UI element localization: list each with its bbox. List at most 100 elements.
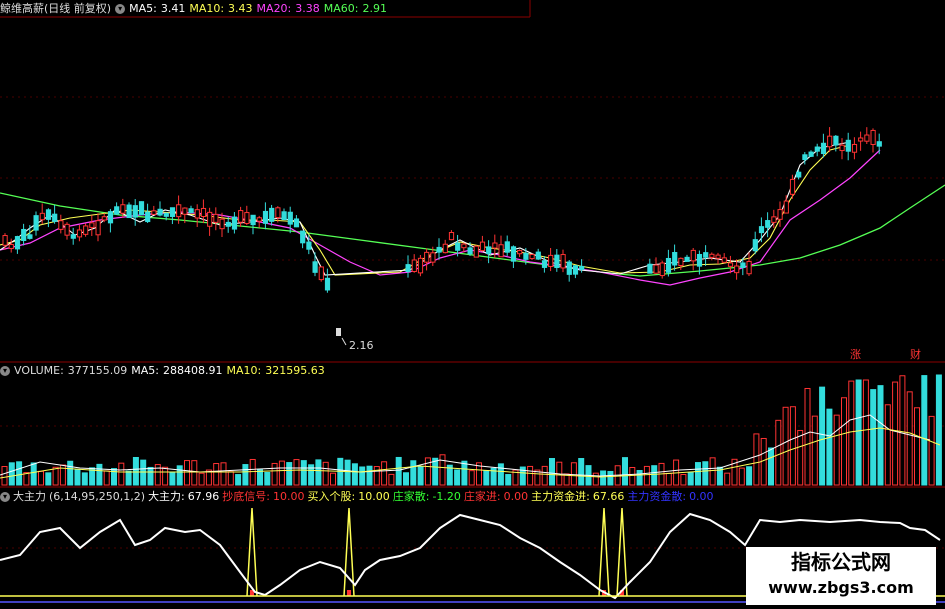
volume-bar [811,415,818,486]
candle-body [14,236,21,250]
volume-bar [819,386,826,486]
volume-bar [497,463,504,486]
candle-body [455,242,461,251]
volume-bar [600,470,607,486]
candle-body [114,206,120,215]
candle-body [89,222,95,228]
candle-body [145,211,151,223]
ind-item-3-value: -1.20 [432,490,461,503]
volume-bar [366,465,373,486]
candle-body [752,239,758,252]
low-price-label: 2.16 [349,339,374,352]
volume-bar [198,472,205,486]
candle-body [796,171,802,178]
candle-body [448,232,455,241]
volume-bar [841,397,847,486]
volume-bar [395,456,402,486]
candle-body [715,254,721,259]
candle-body [281,211,287,221]
volume-settings-circle-icon[interactable]: ▾ [0,366,10,376]
volume-bar [424,457,431,486]
candle-body [324,277,331,291]
candle-body [430,252,436,263]
watermark-badge: 指标公式网 www.zbgs3.com [746,547,936,605]
volume-bar [373,466,380,486]
candle-body [765,220,771,228]
candle-body [479,241,486,252]
volume-bar [315,459,322,486]
volume-bar [388,473,395,486]
volume-bar [738,467,745,486]
volume-bar [300,460,307,486]
stock-title: 鲸维高薪(日线 前复权) [0,2,112,15]
volume-bar [81,472,88,486]
volume-bar [410,460,417,486]
candle-body [827,135,833,148]
volume-bar [147,466,154,486]
ind-item-6-label: 主力资金散: [627,490,687,503]
settings-circle-icon[interactable]: ▾ [115,4,126,14]
indicator-name: 大主力 [13,490,46,503]
candle-body [225,221,231,227]
badge-cai[interactable]: 财 [910,346,921,362]
candle-body [138,201,145,216]
volume-bar [227,471,234,486]
ma60-line [0,184,945,277]
volume-bar [38,470,44,486]
candle-body [424,251,430,263]
ma5-value: 3.41 [160,2,186,15]
candle-body [845,139,851,152]
candle-body [21,228,27,242]
candle-body [126,204,132,219]
low-price-arrow [341,337,347,346]
volume-bar [578,458,585,486]
volume-bar [768,447,774,486]
candle-body [548,254,554,267]
volume-bar [899,375,906,486]
volume-bar [636,470,643,486]
ma20-value: 3.38 [295,2,320,15]
candle-body [27,234,33,239]
volume-bar [468,470,475,486]
candle-body [58,220,64,230]
volume-bar [176,465,183,486]
volume-bar [877,385,884,486]
candle-body [808,151,814,157]
volume-bar [724,472,731,486]
ind-item-2-label: 买入个股: [307,490,356,503]
candle-body [101,216,107,221]
volume-bar [118,462,125,486]
badge-zhang[interactable]: 涨 [850,346,861,362]
buy-signal-spike [598,507,610,597]
volume-bar [169,471,176,486]
volume-bar [665,472,672,486]
volume-bar [570,462,577,486]
stock-chart-canvas[interactable]: 2.16 [0,0,945,609]
indicator-settings-circle-icon[interactable]: ▾ [0,492,10,502]
ind-item-0-label: 大主力: [148,490,185,503]
candle-body [182,207,188,215]
volume-bar [330,472,336,486]
volume-bar [651,465,658,486]
candle-body [107,211,114,224]
candle-body [703,252,709,258]
volume-bar [797,429,804,486]
candle-body [517,250,523,255]
watermark-line2: www.zbgs3.com [768,578,914,597]
volume-bar [1,466,8,486]
candle-body [207,211,213,227]
volume-bar [753,433,760,486]
candle-body [269,207,275,222]
volume-bar [162,466,169,486]
candle-body [566,261,572,275]
candle-body [554,254,560,269]
volume-bar [680,473,687,486]
volume-bar [184,460,190,486]
candle-body [758,226,765,234]
ind-item-5-value: 67.66 [592,490,625,503]
ind-item-5-label: 主力资金进: [531,490,590,503]
volume-bar [220,462,227,486]
volume-bar [30,462,37,486]
volume-bar [607,470,614,486]
volume-bar [629,466,636,486]
